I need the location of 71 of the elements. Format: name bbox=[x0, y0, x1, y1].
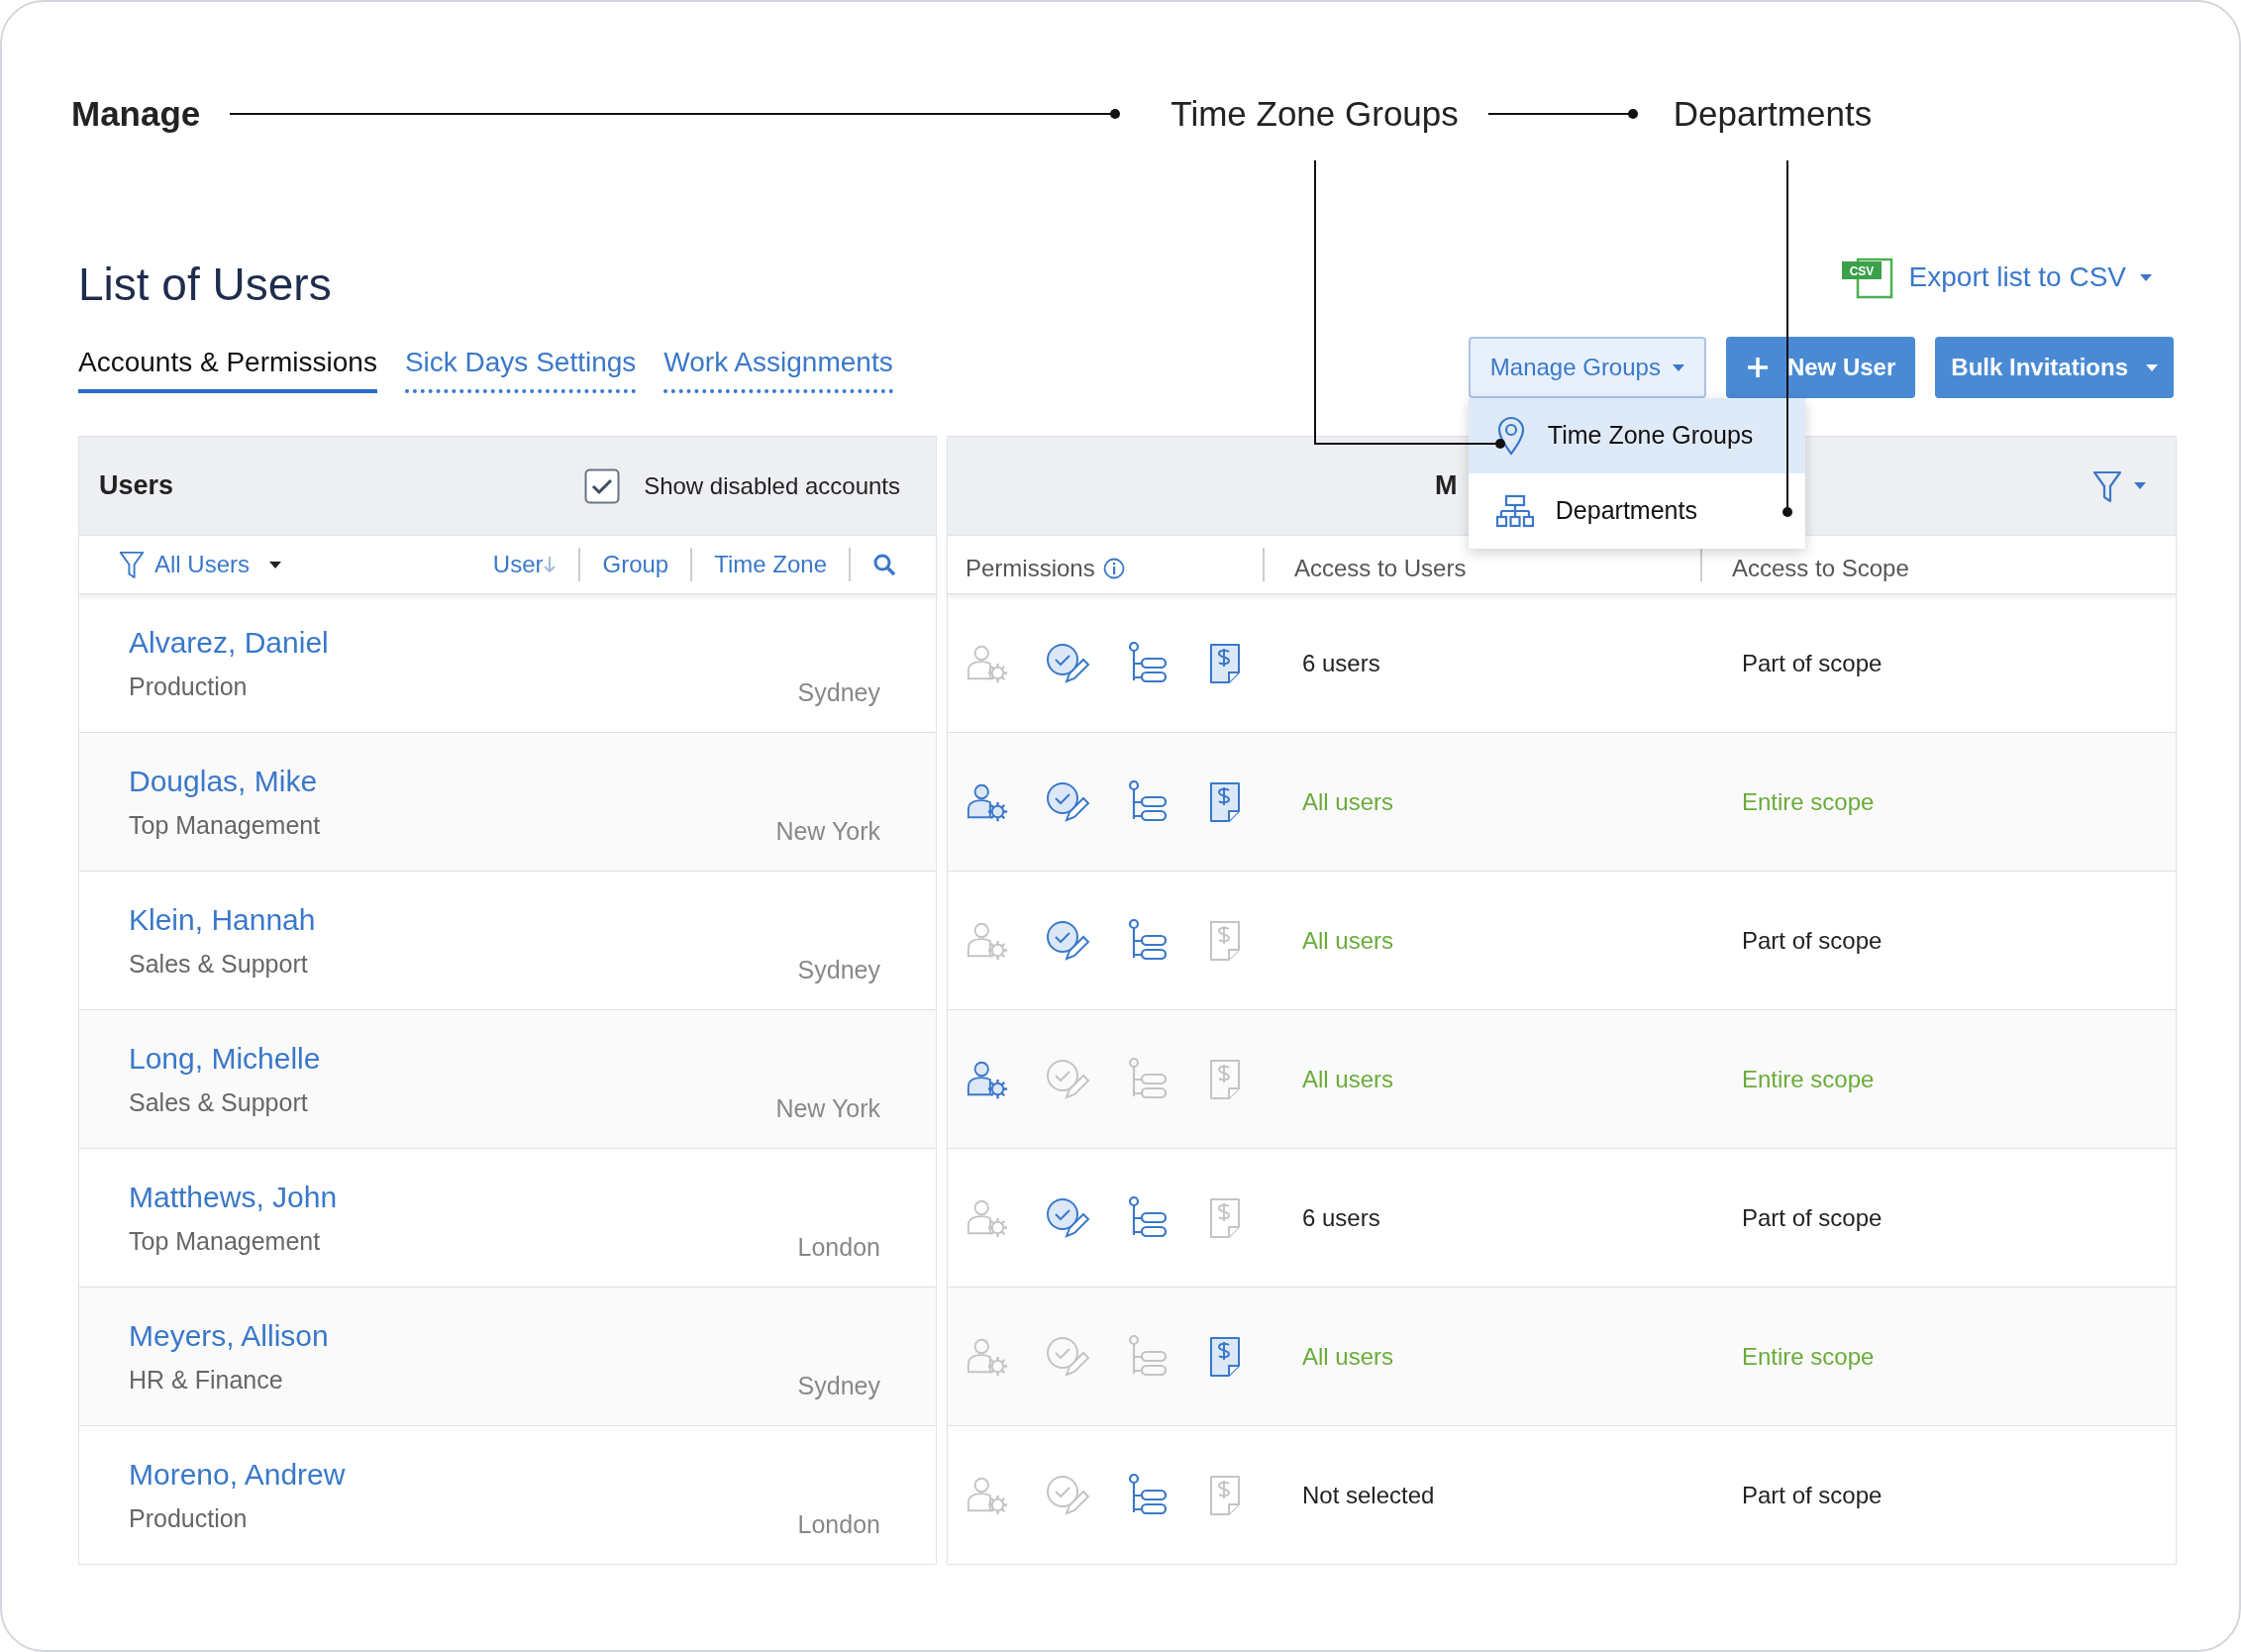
user-name-link[interactable]: Meyers, Allison bbox=[129, 1313, 329, 1359]
column-header: Access to Scope bbox=[1731, 554, 1909, 583]
menu-item[interactable]: Departments bbox=[1468, 473, 1805, 549]
tab[interactable]: Sick Days Settings bbox=[404, 342, 637, 393]
org-chart-icon bbox=[1495, 494, 1534, 528]
panel-title: Users bbox=[99, 469, 174, 503]
column-header[interactable]: User bbox=[492, 547, 558, 582]
user-group: Top Management bbox=[129, 1223, 321, 1261]
user-time-zone: London bbox=[797, 1232, 880, 1264]
user-name-link[interactable]: Moreno, Andrew bbox=[129, 1452, 346, 1497]
user-time-zone: London bbox=[797, 1509, 880, 1541]
user-group: Top Management bbox=[129, 807, 321, 845]
user-group: Sales & Support bbox=[129, 1084, 308, 1122]
access-scope-value: Part of scope bbox=[1742, 648, 1883, 678]
user-name-link[interactable]: Matthews, John bbox=[129, 1175, 338, 1220]
user-name-link[interactable]: Long, Michelle bbox=[129, 1036, 321, 1082]
search-icon[interactable] bbox=[872, 553, 896, 576]
all-users-filter[interactable]: All Users bbox=[119, 547, 281, 582]
access-scope-value: Entire scope bbox=[1742, 1064, 1875, 1094]
column-header[interactable]: Time Zone bbox=[714, 547, 827, 582]
location-pin-icon bbox=[1495, 416, 1526, 456]
caret-icon bbox=[2140, 273, 2152, 281]
annotation-label: Departments bbox=[1673, 92, 1873, 135]
access-scope-value: Part of scope bbox=[1742, 1480, 1883, 1510]
menu-item[interactable]: Time Zone Groups bbox=[1468, 398, 1805, 473]
column-header: Access to Users bbox=[1293, 554, 1468, 583]
user-group: Production bbox=[129, 1500, 248, 1538]
filter-icon[interactable] bbox=[2092, 468, 2122, 503]
user-time-zone: New York bbox=[775, 816, 880, 848]
access-scope-value: Part of scope bbox=[1742, 1202, 1883, 1233]
annotation-label: Time Zone Groups bbox=[1171, 92, 1459, 135]
access-users-value: All users bbox=[1302, 1341, 1395, 1372]
plus-icon bbox=[1745, 356, 1770, 379]
info-icon bbox=[1102, 558, 1125, 579]
tab[interactable]: Work Assignments bbox=[663, 342, 893, 393]
column-header[interactable]: Group bbox=[602, 547, 669, 582]
checkbox[interactable] bbox=[584, 467, 621, 504]
column-header: Permissions bbox=[966, 551, 1263, 586]
export-link[interactable]: CSV Export list to CSV bbox=[1839, 256, 2152, 299]
bulk-invitations-button[interactable]: Bulk Invitations bbox=[1935, 337, 2174, 398]
user-group: HR & Finance bbox=[129, 1362, 283, 1399]
access-users-value: All users bbox=[1302, 925, 1395, 956]
access-users-value: 6 users bbox=[1302, 648, 1381, 678]
access-users-value: All users bbox=[1302, 786, 1395, 817]
user-name-link[interactable]: Klein, Hannah bbox=[129, 897, 316, 943]
access-scope-value: Part of scope bbox=[1742, 925, 1883, 956]
filter-icon bbox=[119, 550, 145, 579]
caret-icon bbox=[2134, 482, 2146, 489]
user-time-zone: Sydney bbox=[797, 677, 880, 709]
access-users-value: All users bbox=[1302, 1064, 1395, 1094]
tab[interactable]: Accounts & Permissions bbox=[78, 342, 377, 393]
new-user-button[interactable]: New User bbox=[1725, 337, 1916, 398]
checkbox-label: Show disabled accounts bbox=[644, 470, 900, 501]
panel-title: M bbox=[1435, 469, 1458, 503]
user-name-link[interactable]: Douglas, Mike bbox=[129, 759, 318, 804]
page-title: List of Users bbox=[78, 261, 332, 307]
manage-groups-button[interactable]: Manage Groups bbox=[1468, 337, 1706, 398]
access-scope-value: Entire scope bbox=[1742, 786, 1875, 817]
access-users-value: 6 users bbox=[1302, 1202, 1381, 1233]
caret-icon bbox=[269, 561, 281, 568]
user-group: Production bbox=[129, 669, 248, 706]
access-users-value: Not selected bbox=[1302, 1480, 1436, 1510]
access-scope-value: Entire scope bbox=[1742, 1341, 1875, 1372]
caret-icon bbox=[2146, 363, 2158, 371]
user-group: Sales & Support bbox=[129, 946, 308, 983]
annotation-title: Manage bbox=[71, 92, 201, 135]
user-time-zone: Sydney bbox=[797, 955, 880, 986]
caret-icon bbox=[1672, 363, 1684, 371]
user-name-link[interactable]: Alvarez, Daniel bbox=[129, 620, 329, 666]
user-time-zone: Sydney bbox=[797, 1371, 880, 1402]
user-time-zone: New York bbox=[775, 1093, 880, 1125]
